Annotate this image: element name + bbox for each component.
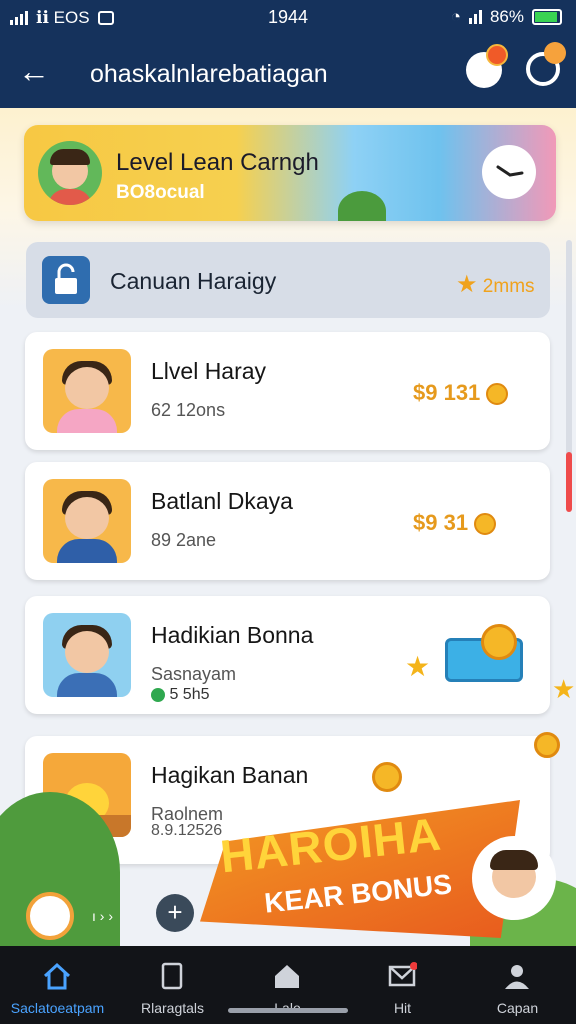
house-icon: [275, 965, 299, 988]
list-item[interactable]: Llvel Haray 62 12ons $9 131: [25, 332, 550, 450]
item-price-text: $9 131: [413, 380, 481, 405]
coin-icon: [474, 513, 497, 536]
nav-label: Hit: [393, 1000, 412, 1016]
item-extra: 5 5h5: [151, 686, 210, 704]
item-title: Hadikian Bonna: [151, 622, 314, 648]
item-subtitle: Sasnayam: [151, 664, 237, 684]
summary-label: Canuan Haraigy: [110, 268, 277, 294]
reward-button[interactable]: [526, 42, 566, 86]
green-badge-icon: [151, 687, 165, 702]
scrollbar-thumb[interactable]: [566, 452, 572, 512]
lock-icon: [42, 256, 90, 304]
item-price-text: $9 31: [413, 510, 469, 535]
user-icon: [505, 965, 529, 989]
item-thumbnail: [43, 613, 131, 697]
banner-title: Level Lean Carngh: [116, 149, 319, 176]
alert-badge-icon: [486, 44, 508, 66]
star-icon: ★: [405, 651, 431, 682]
item-subtitle: 89 2ane: [151, 530, 217, 550]
child-avatar: [38, 141, 102, 205]
item-thumbnail: [43, 479, 131, 563]
list-item[interactable]: Hadikian Bonna Sasnayam 5 5h5 ★: [25, 596, 550, 714]
inbox-icon: [388, 962, 417, 987]
add-button[interactable]: +: [156, 894, 194, 932]
nav-label: Capan: [496, 1000, 539, 1016]
bookmark-icon: [161, 962, 183, 990]
item-extra-text: 5 5h5: [169, 686, 210, 703]
item-thumbnail: [43, 349, 131, 433]
summary-value: ★ 2mms: [456, 270, 535, 299]
page-title: ohaskalnlarebatiagan: [90, 60, 328, 88]
app-bar: ← ohaskalnlarebatiagan: [0, 36, 576, 108]
clock-hands-icon: [496, 165, 524, 177]
star-icon: ★: [552, 674, 576, 704]
nav-label: Rlaragtals: [140, 1000, 205, 1016]
scrollbar[interactable]: [566, 240, 572, 512]
coin-shortcut-button[interactable]: [26, 892, 74, 940]
item-title: Batlanl Dkaya: [151, 488, 293, 514]
wifi-icon: ◔: [450, 7, 461, 26]
item-subtitle: 62 12ons: [151, 400, 226, 420]
banner-subtitle: BO8ocual: [116, 182, 205, 203]
home-icon: [43, 962, 71, 990]
coin-badge-icon: [544, 42, 566, 64]
item-price: $9 31: [413, 510, 497, 536]
alert-bell-button[interactable]: [466, 44, 508, 88]
item-title: Hagikan Banan: [151, 762, 309, 788]
list-item[interactable]: Batlanl Dkaya 89 2ane $9 31: [25, 462, 550, 580]
coin-icon: [534, 732, 560, 758]
nav-item-inbox[interactable]: Hit: [345, 946, 460, 1024]
battery-percent: 86%: [489, 7, 524, 26]
battery-icon: [532, 9, 562, 25]
home-indicator[interactable]: [228, 1008, 348, 1013]
pager-controls[interactable]: ı › ›: [92, 908, 113, 924]
main-content[interactable]: Level Lean Carngh BO8ocual Canuan Haraig…: [0, 108, 576, 946]
coin-icon: [486, 383, 509, 406]
item-title: Llvel Haray: [151, 358, 267, 384]
summary-bar[interactable]: Canuan Haraigy ★ 2mms: [26, 242, 550, 318]
nav-label: Saclatoeatpam: [10, 1000, 105, 1016]
item-price: $9 131: [413, 380, 509, 406]
star-icon: ★: [456, 271, 478, 298]
coin-icon: [481, 624, 517, 660]
banner-action-button[interactable]: [482, 145, 536, 199]
cell-signal-icon: [468, 10, 482, 24]
summary-value-text: 2mms: [482, 276, 535, 297]
nav-item-profile[interactable]: Capan: [460, 946, 575, 1024]
status-bar: ℹℹ EOS 1944 ◔ 86%: [0, 0, 576, 36]
nav-item-saved[interactable]: Rlaragtals: [115, 946, 230, 1024]
back-arrow-icon[interactable]: ←: [18, 52, 50, 90]
promo-avatar[interactable]: [472, 836, 556, 920]
leaf-decoration: [338, 191, 386, 221]
item-extra: 8.9.12526: [151, 822, 223, 839]
coin-icon: [372, 762, 402, 792]
nav-item-home[interactable]: Saclatoeatpam: [0, 946, 115, 1024]
level-banner[interactable]: Level Lean Carngh BO8ocual: [24, 125, 556, 221]
